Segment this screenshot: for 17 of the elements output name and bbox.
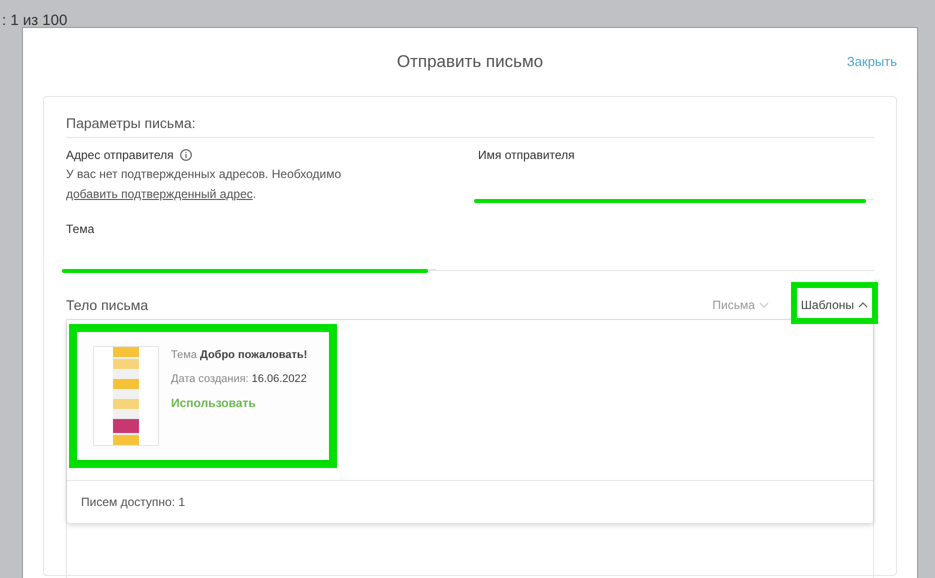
info-icon (180, 149, 192, 161)
dropdown-toggle[interactable]: Шаблоны (800, 298, 868, 312)
dialog-title: Отправить письмо (396, 52, 544, 72)
body-label: Тело письма (66, 297, 148, 313)
page-counter: : 1 из 100 (2, 12, 68, 29)
field-label: Тема (66, 222, 96, 236)
template-date: Дата создания: 16.06.2022 (171, 372, 308, 387)
section-heading: Параметры письма: (66, 109, 874, 138)
caret-icon (858, 302, 868, 308)
template-card[interactable]: Тема Добро пожаловать! Дата создания: 16.06.2022 Использовать (77, 332, 329, 460)
field-label: Имя отправителя (478, 148, 576, 162)
caret-icon (758, 302, 769, 308)
field-label: Адрес отправителя (66, 148, 174, 162)
add-address-link[interactable]: добавить подтвержденный адрес (66, 187, 253, 201)
notice-text: У вас нет подтвержденных адресов. Необходимо добавить подтвержденный адрес. (66, 166, 342, 203)
templates-count: Писем доступно: 1 (80, 494, 186, 511)
template-subject: Тема Добро пожаловать! (171, 348, 308, 363)
